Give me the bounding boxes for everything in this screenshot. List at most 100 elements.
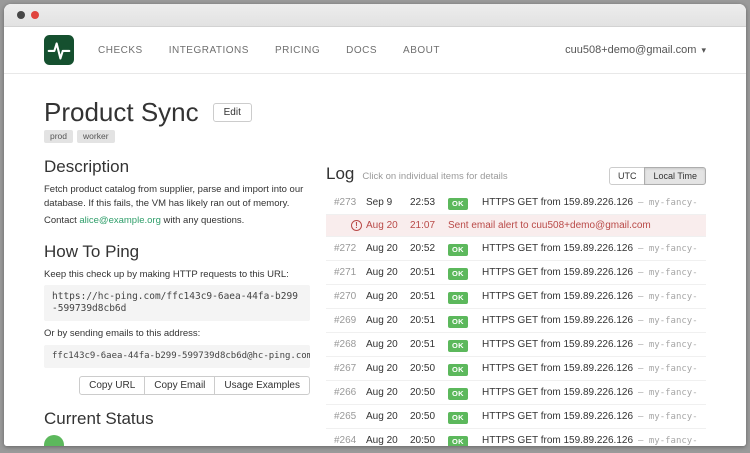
log-row-event: HTTPS GET from 159.89.226.126 — my-fancy-… <box>482 386 698 400</box>
log-row-number: #273 <box>334 196 366 209</box>
log-badge-cell: OK <box>448 195 482 210</box>
log-row-detail: — my-fancy-sy <box>638 435 698 447</box>
utc-toggle-button[interactable]: UTC <box>609 167 646 185</box>
log-column: Log Click on individual items for detail… <box>326 164 706 446</box>
log-row-number: #268 <box>334 338 366 351</box>
log-row-event: HTTPS GET from 159.89.226.126— my-fancy-… <box>482 314 698 328</box>
log-row-number: ! <box>334 219 366 232</box>
log-row-number: #267 <box>334 362 366 375</box>
copy-button-group: Copy URL Copy Email Usage Examples <box>44 376 310 395</box>
log-row-event-text: HTTPS GET from 159.89.226.126 <box>482 243 633 254</box>
edit-button[interactable]: Edit <box>213 103 252 122</box>
log-row-number: #264 <box>334 434 366 446</box>
account-menu[interactable]: cuu508+demo@gmail.com ▾ <box>565 44 706 56</box>
usage-examples-button[interactable]: Usage Examples <box>214 376 310 395</box>
log-row-date: Aug 20 <box>366 314 410 327</box>
log-row-time: 20:51 <box>410 338 448 351</box>
copy-email-button[interactable]: Copy Email <box>144 376 215 395</box>
log-header: Log Click on individual items for detail… <box>326 164 706 185</box>
log-row-time: 21:07 <box>410 219 448 232</box>
contact-email-link[interactable]: alice@example.org <box>79 215 160 226</box>
log-row-event: HTTPS GET from 159.89.226.126— my-fancy-… <box>482 242 698 256</box>
log-row[interactable]: #268 Aug 20 20:51 OK HTTPS GET from 159.… <box>326 333 706 357</box>
log-row-event: HTTPS GET from 159.89.226.126— my-fancy-… <box>482 338 698 352</box>
log-row[interactable]: #269 Aug 20 20:51 OK HTTPS GET from 159.… <box>326 309 706 333</box>
how-to-ping-heading: How To Ping <box>44 242 310 262</box>
contact-suffix: with any questions. <box>161 215 244 226</box>
copy-url-button[interactable]: Copy URL <box>79 376 145 395</box>
log-row-event: HTTPS GET from 159.89.226.126 — my-fancy-… <box>482 290 698 304</box>
log-row[interactable]: #266 Aug 20 20:50 OK HTTPS GET from 159.… <box>326 381 706 405</box>
window-control-dot[interactable] <box>17 11 25 19</box>
timezone-toggle: UTC Local Time <box>609 167 706 185</box>
log-row-event: HTTPS GET from 159.89.226.126— my-fancy-… <box>482 266 698 280</box>
log-row[interactable]: #273 Sep 9 22:53 OK HTTPS GET from 159.8… <box>326 191 706 215</box>
log-badge-cell: OK <box>448 241 482 256</box>
page-title: Product Sync <box>44 98 199 126</box>
log-row-date: Aug 20 <box>366 386 410 399</box>
log-row-time: 20:51 <box>410 290 448 303</box>
log-row-time: 20:52 <box>410 242 448 255</box>
ok-badge: OK <box>448 340 468 352</box>
log-row-date: Sep 9 <box>366 196 410 209</box>
nav-link-integrations[interactable]: INTEGRATIONS <box>169 45 249 56</box>
log-row-event-text: HTTPS GET from 159.89.226.126 <box>482 387 633 398</box>
log-row-detail: — my-fancy-sy <box>638 411 698 424</box>
log-row[interactable]: #270 Aug 20 20:51 OK HTTPS GET from 159.… <box>326 285 706 309</box>
log-row-detail: — my-fancy-sy <box>638 267 698 280</box>
tag-list: prod worker <box>44 130 310 143</box>
ok-badge: OK <box>448 364 468 376</box>
ok-badge: OK <box>448 412 468 424</box>
http-instruction: Keep this check up by making HTTP reques… <box>44 268 310 282</box>
nav-link-checks[interactable]: CHECKS <box>98 45 143 56</box>
log-row-date: Aug 20 <box>366 219 410 232</box>
contact-line: Contact alice@example.org with any quest… <box>44 214 310 228</box>
log-row-date: Aug 20 <box>366 338 410 351</box>
log-row-event-text: HTTPS GET from 159.89.226.126 <box>482 291 633 302</box>
log-row-number: #269 <box>334 314 366 327</box>
ping-url-code: https://hc-ping.com/ffc143c9-6aea-44fa-b… <box>44 285 310 321</box>
log-row-detail: — my-fancy-sy <box>638 387 698 400</box>
window-titlebar <box>4 4 746 27</box>
nav-link-about[interactable]: ABOUT <box>403 45 440 56</box>
log-row[interactable]: #272 Aug 20 20:52 OK HTTPS GET from 159.… <box>326 237 706 261</box>
log-row[interactable]: ! Aug 20 21:07 Sent email alert to cuu50… <box>326 215 706 237</box>
log-row[interactable]: #267 Aug 20 20:50 OK HTTPS GET from 159.… <box>326 357 706 381</box>
log-row-detail: — my-fancy-sy <box>638 363 698 376</box>
top-navbar: CHECKS INTEGRATIONS PRICING DOCS ABOUT c… <box>4 27 746 74</box>
log-row-event: HTTPS GET from 159.89.226.126— my-fancy-… <box>482 434 698 447</box>
log-heading: Log <box>326 164 354 184</box>
nav-links: CHECKS INTEGRATIONS PRICING DOCS ABOUT <box>98 45 440 56</box>
log-row-time: 20:51 <box>410 266 448 279</box>
log-badge-cell: OK <box>448 433 482 446</box>
nav-link-pricing[interactable]: PRICING <box>275 45 320 56</box>
ping-email-code: ffc143c9-6aea-44fa-b299-599739d8cb6d@hc-… <box>44 345 310 368</box>
local-time-toggle-button[interactable]: Local Time <box>644 167 706 185</box>
log-badge-cell: OK <box>448 289 482 304</box>
email-instruction: Or by sending emails to this address: <box>44 327 310 341</box>
ok-badge: OK <box>448 436 468 446</box>
description-body: Fetch product catalog from supplier, par… <box>44 183 310 210</box>
current-status-heading: Current Status <box>44 409 310 429</box>
log-row-detail: — my-fancy-sy <box>638 315 698 328</box>
log-row[interactable]: #271 Aug 20 20:51 OK HTTPS GET from 159.… <box>326 261 706 285</box>
tag-badge: prod <box>44 130 73 143</box>
log-row-time: 20:50 <box>410 434 448 446</box>
log-row-time: 20:50 <box>410 362 448 375</box>
ok-badge: OK <box>448 244 468 256</box>
title-row: Product Sync Edit <box>44 98 310 126</box>
log-row-detail: — my-fancy-sy <box>638 291 698 304</box>
log-row[interactable]: #265 Aug 20 20:50 OK HTTPS GET from 159.… <box>326 405 706 429</box>
log-row-event: HTTPS GET from 159.89.226.126— my-fancy-… <box>482 196 698 210</box>
log-row-time: 22:53 <box>410 196 448 209</box>
log-row-event: Sent email alert to cuu508+demo@gmail.co… <box>448 219 698 232</box>
log-row-date: Aug 20 <box>366 410 410 423</box>
nav-link-docs[interactable]: DOCS <box>346 45 377 56</box>
log-row-time: 20:50 <box>410 410 448 423</box>
ok-badge: OK <box>448 198 468 210</box>
healthchecks-logo[interactable] <box>44 35 74 65</box>
log-row[interactable]: #264 Aug 20 20:50 OK HTTPS GET from 159.… <box>326 429 706 446</box>
window-control-dot[interactable] <box>31 11 39 19</box>
log-badge-cell: OK <box>448 409 482 424</box>
log-row-date: Aug 20 <box>366 290 410 303</box>
